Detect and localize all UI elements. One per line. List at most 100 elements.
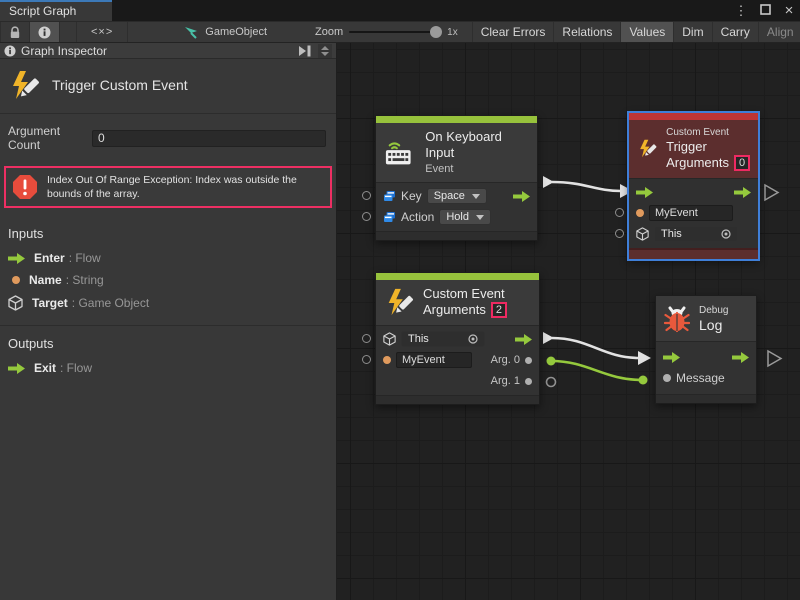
wire-start-arrow	[543, 176, 554, 188]
flow-continue-triangle	[765, 185, 778, 200]
target-object-field[interactable]: This	[401, 331, 485, 347]
key-dropdown[interactable]: Space	[427, 188, 487, 204]
node-header: Debug Log	[656, 296, 756, 341]
string-port-icon	[12, 276, 20, 284]
event-name-input[interactable]	[396, 352, 472, 368]
unit-title-row: Trigger Custom Event	[0, 59, 336, 113]
inspector-scroll-spinner[interactable]	[318, 44, 332, 58]
carry-button[interactable]: Carry	[713, 22, 759, 42]
node-on-keyboard-input[interactable]: On Keyboard Input Event Key Space	[375, 115, 538, 241]
flow-out-port[interactable]	[515, 334, 532, 345]
graph-canvas[interactable]: On Keyboard Input Event Key Space	[337, 43, 800, 600]
inspector-header-label: Graph Inspector	[21, 44, 297, 58]
string-port-icon	[383, 356, 391, 364]
inputs-heading: Inputs	[0, 216, 336, 247]
argument-count-label: Argument Count	[8, 124, 92, 152]
align-dropdown-button[interactable]: Align	[759, 22, 800, 42]
node-color-bar	[376, 273, 539, 280]
edit-graph-button[interactable]: <×>	[76, 22, 128, 42]
message-input-port[interactable]	[663, 374, 671, 382]
node-title: Trigger	[666, 139, 750, 155]
action-dropdown[interactable]: Hold	[439, 209, 491, 225]
input-row-target: Target : Game Object	[0, 291, 336, 315]
arg1-port[interactable]	[525, 378, 532, 385]
maximize-icon[interactable]	[758, 3, 772, 18]
dim-button[interactable]: Dim	[674, 22, 712, 42]
zoom-slider[interactable]	[349, 31, 441, 33]
info-icon	[38, 26, 51, 39]
flow-in-port[interactable]	[636, 187, 653, 198]
wire-arg0-to-message	[551, 361, 643, 380]
inspector-toggle-button[interactable]	[30, 22, 60, 42]
values-button[interactable]: Values	[621, 22, 674, 42]
chevron-down-icon	[476, 215, 484, 220]
node-header: On Keyboard Input Event	[376, 123, 537, 182]
node-custom-event-arguments[interactable]: Custom Event Arguments 2 This	[375, 272, 540, 405]
scroll-up-icon[interactable]	[321, 46, 329, 50]
action-row: Action Hold	[376, 207, 537, 228]
node-body: Message	[656, 341, 756, 394]
cube-icon	[8, 295, 23, 311]
cube-icon	[636, 227, 649, 241]
wire-end-arrow	[638, 351, 651, 365]
zoom-control: Zoom 1x	[309, 22, 464, 42]
flow-row	[629, 182, 758, 203]
node-category: Debug	[699, 304, 728, 317]
node-arguments-row: Arguments 2	[423, 302, 507, 318]
zoom-slider-knob[interactable]	[430, 26, 442, 38]
action-input-port[interactable]	[362, 212, 371, 221]
name-input-port[interactable]	[362, 355, 371, 364]
graph-owner-button[interactable]: GameObject	[176, 22, 275, 42]
value-port-connected[interactable]	[547, 357, 556, 366]
event-name-input[interactable]	[649, 205, 733, 221]
clear-errors-button[interactable]: Clear Errors	[472, 22, 555, 42]
node-footer	[629, 248, 758, 259]
wire-keyboard-to-trigger	[552, 182, 621, 191]
close-icon[interactable]: ×	[782, 2, 796, 19]
node-color-bar	[376, 116, 537, 123]
input-row-enter: Enter : Flow	[0, 247, 336, 269]
lock-icon	[9, 26, 21, 39]
arg0-port[interactable]	[525, 357, 532, 364]
node-debug-log[interactable]: Debug Log Message	[655, 295, 757, 404]
lock-button[interactable]	[0, 22, 30, 42]
graph-owner-label: GameObject	[205, 26, 267, 38]
arguments-count-badge[interactable]: 0	[734, 155, 750, 171]
flow-row	[656, 347, 756, 368]
custom-event-icon	[637, 135, 657, 162]
window-menu-icon[interactable]: ⋮	[734, 3, 748, 19]
cube-icon	[383, 332, 396, 346]
graph-inspector-panel: Graph Inspector Trigger Custom Event	[0, 43, 337, 600]
input-row-name: Name : String	[0, 269, 336, 291]
argument-count-input[interactable]	[92, 130, 326, 147]
object-picker-icon[interactable]	[721, 229, 731, 239]
key-label: Key	[401, 189, 422, 203]
window-tab-bar: Script Graph ⋮ ×	[0, 0, 800, 21]
target-object-field[interactable]: This	[654, 226, 738, 242]
key-input-port[interactable]	[362, 191, 371, 200]
flow-in-port[interactable]	[663, 352, 680, 363]
collapse-panel-icon[interactable]	[297, 45, 312, 57]
tab-script-graph[interactable]: Script Graph	[0, 0, 112, 21]
error-message-text: Index Out Of Range Exception: Index was …	[47, 173, 324, 201]
flow-out-port[interactable]	[734, 187, 751, 198]
flow-out-port[interactable]	[732, 352, 749, 363]
custom-event-icon	[384, 287, 414, 317]
outputs-heading: Outputs	[0, 326, 336, 357]
argument-count-row: Argument Count	[0, 114, 336, 162]
unit-title: Trigger Custom Event	[52, 77, 188, 93]
arguments-count-badge[interactable]: 2	[491, 302, 507, 318]
flow-out-port[interactable]	[513, 191, 530, 202]
key-row: Key Space	[376, 186, 537, 207]
node-footer	[376, 231, 537, 240]
value-port-connected[interactable]	[639, 376, 648, 385]
node-trigger-custom-event[interactable]: Custom Event Trigger Arguments 0	[628, 112, 759, 260]
arg1-output-port[interactable]	[547, 378, 556, 387]
scroll-down-icon[interactable]	[321, 52, 329, 56]
string-port-icon	[636, 209, 644, 217]
object-picker-icon[interactable]	[468, 334, 478, 344]
target-input-port[interactable]	[615, 229, 624, 238]
target-input-port[interactable]	[362, 334, 371, 343]
name-input-port[interactable]	[615, 208, 624, 217]
relations-button[interactable]: Relations	[554, 22, 621, 42]
